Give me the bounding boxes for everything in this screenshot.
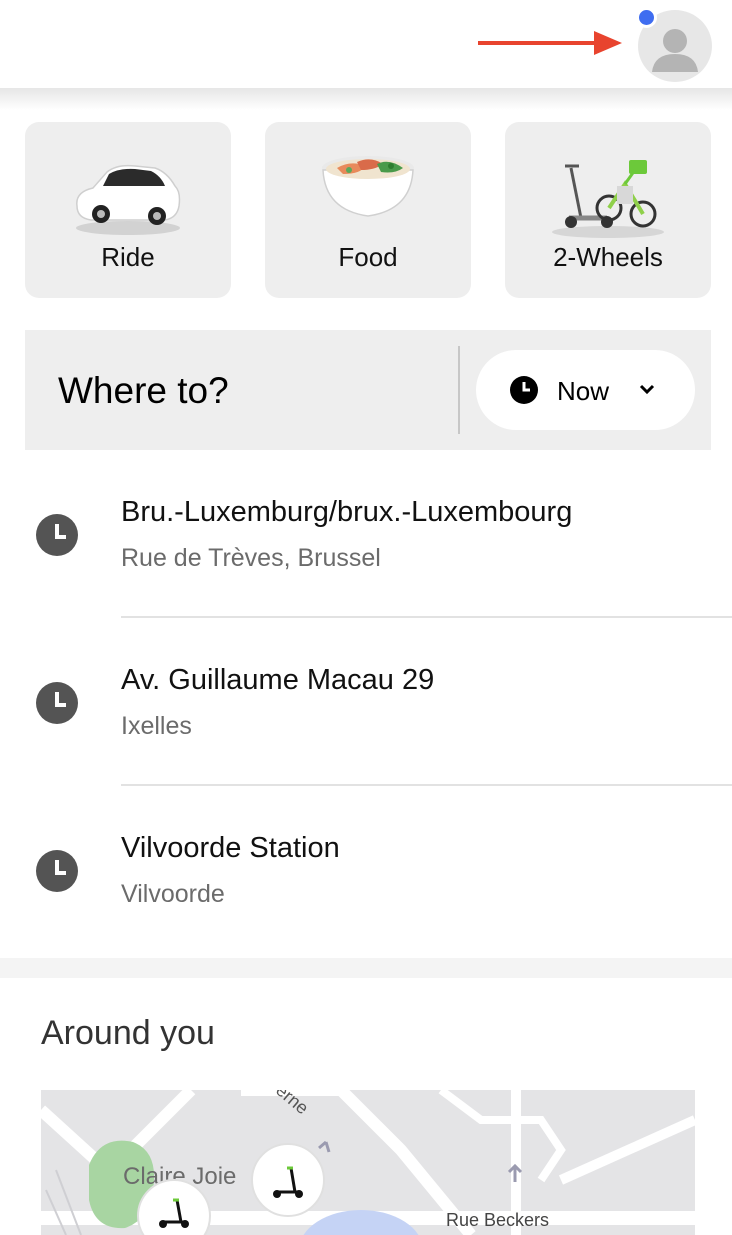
car-icon — [76, 164, 181, 235]
place-subtitle: Vilvoorde — [121, 880, 225, 908]
schedule-time-button[interactable]: Now — [476, 350, 695, 430]
top-bar — [0, 0, 732, 90]
place-subtitle: Ixelles — [121, 712, 192, 740]
recent-place-item[interactable]: Bru.-Luxemburg/brux.-Luxembourg Rue de T… — [0, 450, 732, 618]
notification-dot — [636, 7, 657, 28]
where-to-label: Where to? — [58, 370, 229, 411]
section-separator — [0, 958, 732, 978]
recent-clock-icon — [36, 850, 78, 892]
clock-icon — [510, 376, 538, 404]
map-canvas: Claire Joie erne Rue Beckers — [41, 1090, 695, 1235]
place-title: Vilvoorde Station — [121, 832, 340, 864]
recent-clock-icon — [36, 682, 78, 724]
scooter-bike-icon — [552, 160, 664, 238]
tile-label: Food — [338, 242, 398, 272]
map-label-street-bottom: Rue Beckers — [446, 1210, 549, 1230]
recent-place-item[interactable]: Vilvoorde Station Vilvoorde — [0, 786, 732, 954]
service-tiles: Ride Food 2-Wheels — [25, 122, 711, 298]
chevron-down-icon — [639, 384, 655, 395]
time-label: Now — [557, 376, 610, 406]
recent-place-item[interactable]: Av. Guillaume Macau 29 Ixelles — [0, 618, 732, 786]
scooter-marker[interactable] — [251, 1143, 325, 1217]
search-divider — [458, 346, 460, 434]
place-title: Av. Guillaume Macau 29 — [121, 664, 435, 696]
tile-ride[interactable]: Ride — [25, 122, 231, 298]
place-subtitle: Rue de Trèves, Brussel — [121, 544, 381, 572]
food-bowl-icon — [322, 156, 414, 217]
place-title: Bru.-Luxemburg/brux.-Luxembourg — [121, 496, 573, 528]
tile-label: 2-Wheels — [553, 242, 663, 272]
nearby-map[interactable]: Claire Joie erne Rue Beckers — [41, 1090, 695, 1235]
around-you-heading: Around you — [41, 1014, 215, 1052]
where-to-search-bar[interactable]: Where to? Now — [25, 330, 711, 450]
tile-food[interactable]: Food — [265, 122, 471, 298]
red-arrow-annotation — [478, 31, 622, 55]
tile-label: Ride — [101, 242, 155, 272]
top-bar-shadow — [0, 88, 732, 110]
tile-2-wheels[interactable]: 2-Wheels — [505, 122, 711, 298]
recent-clock-icon — [36, 514, 78, 556]
